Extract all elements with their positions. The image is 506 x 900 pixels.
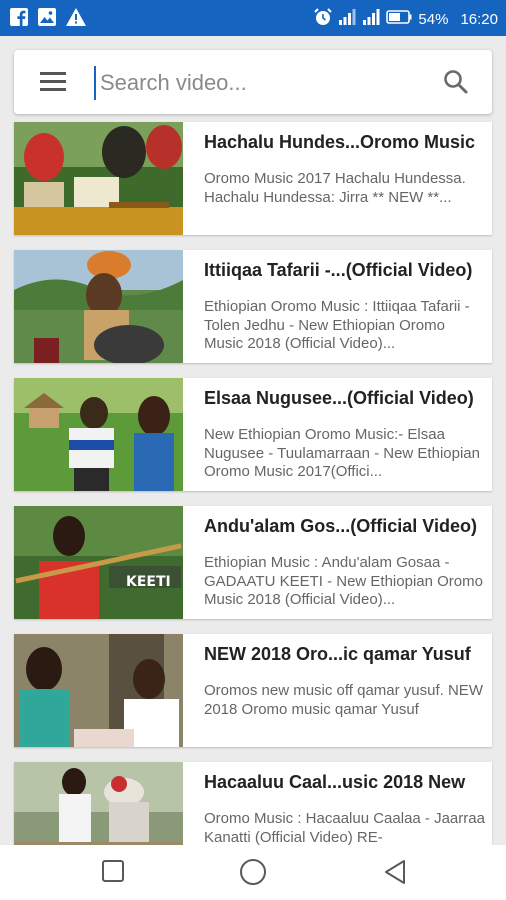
signal-icon	[338, 8, 356, 30]
video-card[interactable]: Ittiiqaa Tafarii -...(Official Video) Et…	[14, 250, 492, 363]
menu-icon[interactable]	[40, 72, 66, 92]
video-description: New Ethiopian Oromo Music:- Elsaa Nuguse…	[204, 426, 480, 480]
video-description: Ethiopian Music : Andu'alam Gosaa - GADA…	[204, 554, 483, 608]
video-description: Oromo Music : Hacaaluu Caalaa - Jaarraa …	[204, 810, 485, 846]
search-input[interactable]	[94, 66, 432, 100]
video-card[interactable]: KEETI Andu'alam Gos...(Official Video) E…	[14, 506, 492, 619]
video-title: Elsaa Nugusee...(Official Video)	[204, 388, 474, 408]
video-card[interactable]: NEW 2018 Oro...ic qamar Yusuf Oromos new…	[14, 634, 492, 747]
thumbnail-caption: KEETI	[126, 574, 171, 590]
video-thumbnail	[14, 122, 183, 235]
battery-icon	[386, 10, 412, 28]
navigation-bar	[0, 845, 506, 900]
back-icon[interactable]	[382, 858, 408, 891]
video-description: Oromos new music off qamar yusuf. NEW 20…	[204, 682, 483, 718]
video-thumbnail	[14, 378, 183, 491]
clock: 16:20	[460, 10, 498, 28]
video-list: Hachalu Hundes...Oromo Music Oromo Music…	[14, 122, 492, 890]
video-title: Andu'alam Gos...(Official Video)	[204, 516, 477, 536]
signal-icon	[362, 8, 380, 30]
alarm-icon	[314, 8, 333, 30]
video-thumbnail	[14, 250, 183, 363]
video-title: Hacaaluu Caal...usic 2018 New	[204, 772, 466, 792]
video-thumbnail: KEETI	[14, 506, 183, 619]
home-icon[interactable]	[238, 857, 268, 892]
recents-icon[interactable]	[101, 859, 125, 888]
video-card[interactable]: Elsaa Nugusee...(Official Video) New Eth…	[14, 378, 492, 491]
video-title: Hachalu Hundes...Oromo Music	[204, 132, 476, 152]
status-bar: 54% 16:20	[0, 0, 506, 36]
video-thumbnail	[14, 634, 183, 747]
search-icon[interactable]	[442, 68, 470, 96]
battery-level: 54%	[418, 10, 449, 28]
video-title: NEW 2018 Oro...ic qamar Yusuf	[204, 644, 471, 664]
video-description: Ethiopian Oromo Music : Ittiiqaa Tafarii…	[204, 298, 470, 352]
video-card[interactable]: Hachalu Hundes...Oromo Music Oromo Music…	[14, 122, 492, 235]
image-icon	[38, 8, 56, 31]
video-description: Oromo Music 2017 Hachalu Hundessa. Hacha…	[204, 170, 466, 206]
video-title: Ittiiqaa Tafarii -...(Official Video)	[204, 260, 473, 280]
search-bar	[14, 50, 492, 114]
warning-icon	[66, 8, 86, 31]
facebook-icon	[10, 8, 28, 31]
